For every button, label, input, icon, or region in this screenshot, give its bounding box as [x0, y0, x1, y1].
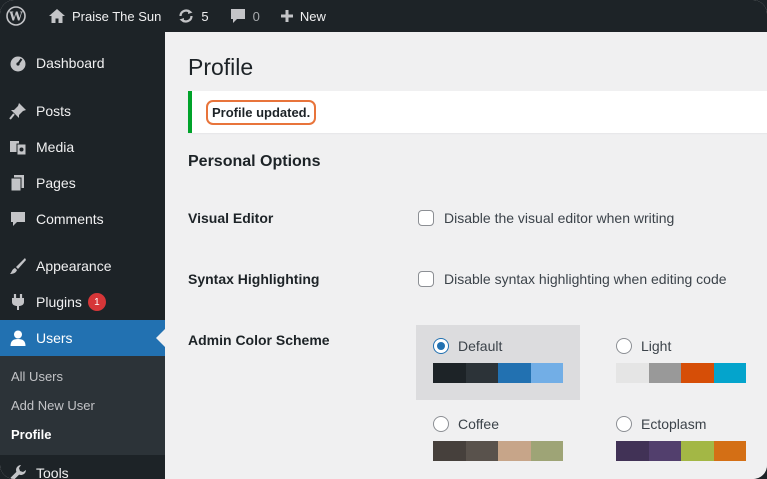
color-swatch: [433, 363, 466, 383]
pin-icon: [8, 101, 28, 121]
comment-icon: [8, 209, 28, 229]
svg-text:W: W: [8, 10, 23, 24]
color-swatches: [616, 363, 746, 383]
plugins-update-badge: 1: [87, 293, 106, 311]
admin-bar: W Praise The Sun 5 0 New: [0, 0, 767, 32]
brush-icon: [8, 256, 28, 276]
wp-admin-window: W Praise The Sun 5 0 New Dashboard Posts…: [0, 0, 767, 479]
sidebar-item-tools[interactable]: Tools: [0, 455, 165, 479]
sidebar-item-label: Tools: [36, 465, 69, 479]
color-scheme-radio[interactable]: [433, 338, 449, 354]
refresh-icon: [179, 9, 193, 23]
user-icon: [8, 328, 28, 348]
color-swatch: [616, 441, 649, 461]
wordpress-icon: W: [6, 6, 26, 26]
sidebar-item-appearance[interactable]: Appearance: [0, 248, 165, 284]
color-scheme-default[interactable]: Default: [416, 325, 580, 400]
dashboard-icon: [8, 53, 28, 73]
admin-sidebar: Dashboard Posts Media Pages Comments App…: [0, 32, 165, 479]
site-name: Praise The Sun: [72, 8, 162, 24]
sidebar-item-label: Plugins: [36, 294, 82, 310]
color-swatch: [465, 363, 498, 383]
sidebar-item-pages[interactable]: Pages: [0, 165, 165, 201]
new-label: New: [299, 8, 326, 24]
color-swatches: [433, 363, 563, 383]
color-scheme-coffee[interactable]: Coffee: [416, 403, 580, 478]
color-swatch: [498, 363, 531, 383]
syntax-highlighting-option-label: Disable syntax highlighting when editing…: [444, 271, 727, 287]
color-swatch: [498, 441, 531, 461]
color-swatch: [681, 441, 714, 461]
main-content: Profile Profile updated. Personal Option…: [165, 32, 767, 479]
new-content-link[interactable]: New: [268, 0, 334, 32]
sidebar-item-media[interactable]: Media: [0, 129, 165, 165]
submenu-item-profile[interactable]: Profile: [0, 420, 165, 449]
sidebar-item-plugins[interactable]: Plugins 1: [0, 284, 165, 320]
wordpress-logo-button[interactable]: W: [0, 0, 34, 32]
sidebar-item-posts[interactable]: Posts: [0, 93, 165, 129]
comments-link[interactable]: 0: [217, 0, 268, 32]
syntax-highlighting-label: Syntax Highlighting: [188, 271, 320, 287]
visual-editor-label: Visual Editor: [188, 210, 274, 226]
sidebar-item-label: Posts: [36, 103, 72, 119]
sidebar-item-label: Dashboard: [36, 55, 105, 71]
updates-link[interactable]: 5: [169, 0, 216, 32]
color-swatch: [465, 441, 498, 461]
color-swatches: [433, 441, 563, 461]
syntax-highlighting-checkbox[interactable]: [418, 271, 434, 287]
section-title-personal-options: Personal Options: [188, 153, 321, 170]
color-scheme-name: Ectoplasm: [641, 416, 707, 432]
sidebar-item-label: Media: [36, 139, 75, 155]
color-swatch: [648, 363, 681, 383]
visual-editor-option-label: Disable the visual editor when writing: [444, 210, 675, 226]
visual-editor-checkbox[interactable]: [418, 210, 434, 226]
plus-icon: [280, 10, 293, 22]
sidebar-item-dashboard[interactable]: Dashboard: [0, 45, 165, 81]
color-swatch: [713, 441, 746, 461]
comments-count: 0: [252, 8, 260, 24]
media-icon: [8, 137, 28, 157]
success-notice: Profile updated.: [188, 91, 767, 133]
comment-bubble-icon: [230, 9, 245, 23]
color-scheme-radio[interactable]: [616, 416, 632, 432]
color-scheme-name: Default: [458, 338, 503, 354]
home-icon: [49, 9, 65, 23]
admin-color-scheme-label: Admin Color Scheme: [188, 332, 330, 348]
notice-message: Profile updated.: [206, 99, 317, 125]
sidebar-item-users[interactable]: Users: [0, 320, 165, 356]
color-swatches: [616, 441, 746, 461]
submenu-item-add-new-user[interactable]: Add New User: [0, 391, 165, 420]
submenu-item-all-users[interactable]: All Users: [0, 362, 165, 391]
color-scheme-name: Light: [641, 338, 672, 354]
color-scheme-radio[interactable]: [433, 416, 449, 432]
color-swatch: [530, 363, 563, 383]
color-swatch: [433, 441, 466, 461]
color-swatch: [681, 363, 714, 383]
syntax-highlighting-option[interactable]: Disable syntax highlighting when editing…: [418, 271, 727, 287]
page-title: Profile: [188, 54, 254, 80]
pages-icon: [8, 173, 28, 193]
color-swatch: [713, 363, 746, 383]
sidebar-item-label: Pages: [36, 175, 76, 191]
color-swatch: [616, 363, 649, 383]
site-name-link[interactable]: Praise The Sun: [34, 0, 169, 32]
color-swatch: [648, 441, 681, 461]
color-scheme-ectoplasm[interactable]: Ectoplasm: [599, 403, 763, 478]
updates-count: 5: [201, 8, 209, 24]
sidebar-item-label: Users: [36, 330, 73, 346]
visual-editor-option[interactable]: Disable the visual editor when writing: [418, 210, 674, 226]
users-submenu: All Users Add New User Profile: [0, 356, 165, 455]
color-scheme-light[interactable]: Light: [599, 325, 763, 400]
color-scheme-radio[interactable]: [616, 338, 632, 354]
plugin-icon: [8, 292, 28, 312]
sidebar-item-comments[interactable]: Comments: [0, 201, 165, 237]
sidebar-item-label: Comments: [36, 211, 104, 227]
sidebar-item-label: Appearance: [36, 258, 112, 274]
wrench-icon: [8, 463, 28, 479]
color-swatch: [530, 441, 563, 461]
color-scheme-name: Coffee: [458, 416, 499, 432]
